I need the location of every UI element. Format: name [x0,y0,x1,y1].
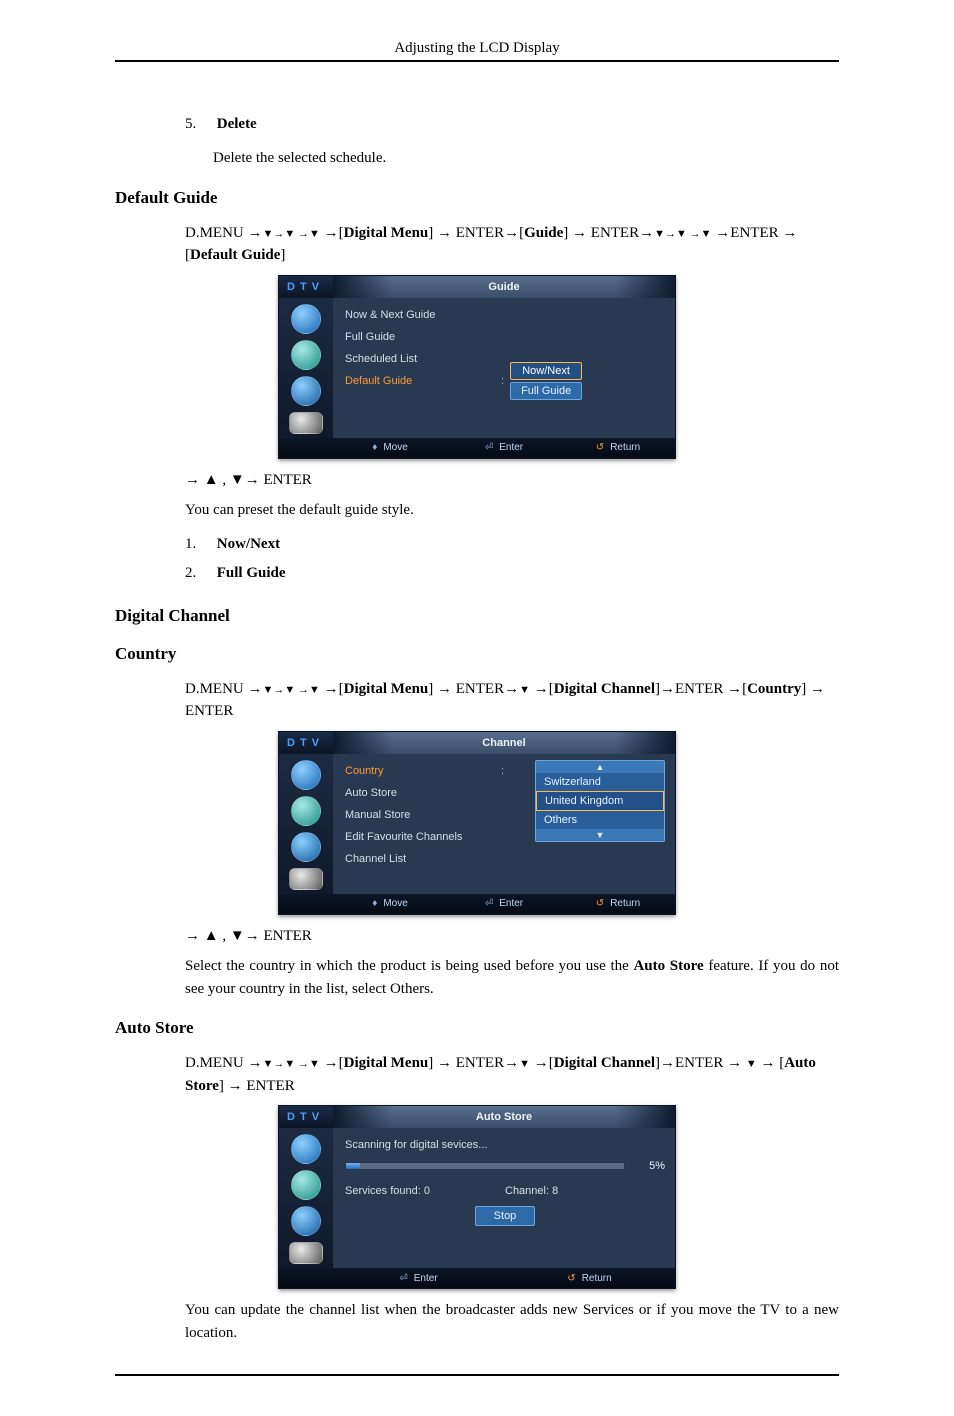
delete-desc: Delete the selected schedule. [213,147,839,170]
osd-footer-move: ♦Move [333,898,447,909]
globe-icon [291,1134,321,1164]
nav-hint: → ▲ , ▼→ ENTER [185,925,839,948]
osd-footer-enter: ⏎Enter [333,1273,504,1284]
osd-category-icons [279,754,333,894]
default-guide-path: D.MENU →▼→▼ →▼ →[Digital Menu] → ENTER→[… [185,222,839,267]
osd-option[interactable]: Full Guide [510,382,582,400]
osd-title: Guide [333,276,675,298]
osd-option-selected[interactable]: United Kingdom [536,791,664,811]
osd-channel-menu: D T V Channel Country: Auto Store Manual [278,731,676,915]
osd-dropdown[interactable]: ▲ Switzerland United Kingdom Others ▼ [535,760,665,842]
osd-row-selected[interactable]: Country: [345,760,525,782]
osd-title: Channel [333,732,675,754]
stop-button[interactable]: Stop [475,1206,536,1226]
clapper-icon [289,868,323,890]
progress-bar: 5% [345,1160,665,1172]
osd-row[interactable]: Manual Store [345,804,525,826]
scanning-label: Scanning for digital sevices... [345,1134,665,1156]
country-path: D.MENU →▼→▼ →▼ →[Digital Menu] → ENTER→▼… [185,678,839,723]
osd-dtv-label: D T V [279,1106,333,1128]
antenna-icon [291,796,321,826]
list-label: Delete [217,116,257,132]
clapper-icon [289,412,323,434]
osd-footer-return: ↺Return [561,442,675,453]
osd-category-icons [279,1128,333,1268]
globe-icon [291,760,321,790]
default-guide-desc: You can preset the default guide style. [185,499,839,522]
osd-row[interactable]: Scheduled List [345,348,665,370]
footer-rule [115,1374,839,1376]
globe-icon [291,304,321,334]
osd-row[interactable]: Now & Next Guide [345,304,665,326]
gear-icon [291,1206,321,1236]
heading-default-guide: Default Guide [115,188,839,208]
page-header: Adjusting the LCD Display [115,40,839,62]
auto-store-desc: You can update the channel list when the… [185,1299,839,1344]
clapper-icon [289,1242,323,1264]
chevron-down-icon: ▼ [536,829,664,841]
osd-row[interactable]: Edit Favourite Channels [345,826,525,848]
list-number: 2. [185,565,213,582]
heading-auto-store: Auto Store [115,1018,839,1038]
osd-footer-move: ♦Move [333,442,447,453]
progress-percent: 5% [635,1160,665,1172]
list-label: Full Guide [217,565,286,581]
list-item: 1. Now/Next [185,530,839,559]
osd-row[interactable]: Full Guide [345,326,665,348]
osd-title: Auto Store [333,1106,675,1128]
list-item-delete: 5. Delete [185,110,839,139]
osd-auto-store: D T V Auto Store Scanning for digital se… [278,1105,676,1289]
osd-footer-return: ↺Return [504,1273,675,1284]
osd-footer-enter: ⏎Enter [447,898,561,909]
osd-dtv-label: D T V [279,276,333,298]
osd-row[interactable]: Channel List [345,848,525,870]
osd-option[interactable]: Switzerland [536,773,664,791]
list-item: 2. Full Guide [185,559,839,588]
antenna-icon [291,340,321,370]
list-number: 5. [185,116,213,133]
antenna-icon [291,1170,321,1200]
osd-dtv-label: D T V [279,732,333,754]
gear-icon [291,376,321,406]
nav-hint: → ▲ , ▼→ ENTER [185,469,839,492]
osd-guide-menu: D T V Guide Now & Next Guide Full Guide … [278,275,676,459]
list-label: Now/Next [217,536,280,552]
osd-footer-enter: ⏎Enter [447,442,561,453]
gear-icon [291,832,321,862]
heading-digital-channel: Digital Channel [115,606,839,626]
chevron-up-icon: ▲ [536,761,664,773]
list-number: 1. [185,536,213,553]
osd-footer-return: ↺Return [561,898,675,909]
services-found-row: Services found: 0 Channel: 8 [345,1180,665,1202]
osd-row-selected[interactable]: Default Guide : Now/Next Full Guide [345,370,665,392]
osd-category-icons [279,298,333,438]
auto-store-path: D.MENU →▼→▼ →▼ →[Digital Menu] → ENTER→▼… [185,1052,839,1097]
osd-row[interactable]: Auto Store [345,782,525,804]
osd-option[interactable]: Now/Next [510,362,582,380]
country-desc: Select the country in which the product … [185,955,839,1000]
osd-option[interactable]: Others [536,811,664,829]
heading-country: Country [115,644,839,664]
